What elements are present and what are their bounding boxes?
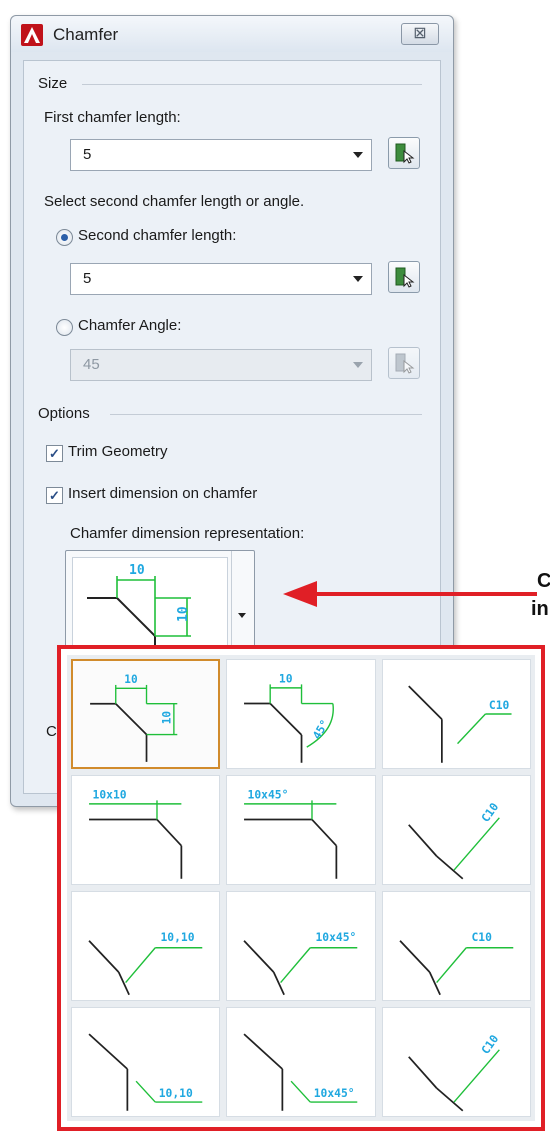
representation-label: Chamfer dimension representation: bbox=[70, 525, 305, 542]
chamfer-dimension-thumbnail: 10x45° bbox=[243, 930, 358, 996]
first-length-label: First chamfer length: bbox=[44, 109, 181, 126]
dimension-text: 10x45° bbox=[314, 1086, 355, 1100]
chamfer-angle-value: 45 bbox=[83, 356, 100, 373]
preview-dim-text: 10 bbox=[176, 606, 191, 622]
second-length-label: Second chamfer length: bbox=[78, 227, 237, 244]
close-button[interactable]: ⊠ bbox=[401, 23, 439, 45]
representation-option[interactable]: 10,10 bbox=[71, 1007, 221, 1117]
autocad-logo-icon bbox=[21, 24, 43, 46]
side-caption-line-2: in bbox=[531, 598, 549, 620]
chamfer-angle-label: Chamfer Angle: bbox=[78, 317, 182, 334]
title-bar[interactable]: Chamfer ⊠ bbox=[11, 16, 453, 52]
dimension-text: C10 bbox=[478, 800, 501, 825]
hidden-label-fragment: C bbox=[46, 723, 57, 740]
callout-arrow bbox=[283, 581, 537, 607]
trim-geometry-label: Trim Geometry bbox=[68, 443, 168, 460]
chamfer-dimension-thumbnail: 10 10 bbox=[90, 673, 178, 762]
chamfer-dimension-thumbnail: 10x10 bbox=[89, 788, 183, 879]
representation-option[interactable]: 10 45° bbox=[226, 659, 376, 769]
dimension-text: C10 bbox=[489, 698, 510, 712]
dimension-text: 10x10 bbox=[93, 788, 127, 802]
second-length-radio[interactable] bbox=[56, 229, 73, 246]
chevron-down-icon bbox=[353, 276, 363, 282]
first-length-combo[interactable]: 5 bbox=[70, 139, 372, 171]
dimension-text: 10 bbox=[160, 711, 173, 725]
chamfer-dimension-thumbnail: 10 45° bbox=[244, 672, 335, 763]
representation-option[interactable]: 10x10 bbox=[71, 775, 221, 885]
pick-second-length-button[interactable] bbox=[388, 261, 420, 293]
chevron-down-icon bbox=[238, 613, 246, 618]
second-prompt-text: Select second chamfer length or angle. bbox=[44, 193, 305, 210]
representation-option[interactable]: 10 10 bbox=[71, 659, 221, 769]
chamfer-dimension-thumbnail: 10x45° bbox=[244, 788, 338, 879]
representation-grid: 10 10 10 45° C10 10x10 10x45° C10 10,10 10x45° C10… bbox=[67, 655, 535, 1121]
representation-option[interactable]: 10,10 bbox=[71, 891, 221, 1001]
representation-option[interactable]: 10x45° bbox=[226, 891, 376, 1001]
dimension-text: 45° bbox=[310, 717, 332, 742]
window-title: Chamfer bbox=[53, 25, 119, 44]
chamfer-dimension-thumbnail: 10,10 bbox=[88, 1033, 203, 1111]
representation-option[interactable]: C10 bbox=[381, 1007, 531, 1117]
dimension-text: 10,10 bbox=[159, 1086, 193, 1100]
options-divider bbox=[110, 414, 422, 415]
chamfer-dimension-thumbnail: C10 bbox=[399, 930, 513, 996]
size-divider bbox=[82, 84, 422, 85]
pick-first-length-button[interactable] bbox=[388, 137, 420, 169]
chamfer-dimension-thumbnail: 10x45° bbox=[243, 1033, 358, 1111]
chamfer-angle-combo[interactable]: 45 bbox=[70, 349, 372, 381]
side-caption-line-1: C bbox=[537, 570, 550, 592]
dimension-text: 10 bbox=[124, 673, 138, 686]
pick-point-icon bbox=[395, 143, 415, 164]
chamfer-dimension-thumbnail: C10 bbox=[407, 685, 512, 763]
preview-dim-text: 10 bbox=[129, 563, 145, 578]
pick-point-icon bbox=[395, 267, 415, 288]
dimension-text: 10 bbox=[279, 672, 293, 686]
trim-geometry-checkbox[interactable]: ✓ bbox=[46, 445, 63, 462]
second-length-value: 5 bbox=[83, 270, 92, 287]
second-length-combo[interactable]: 5 bbox=[70, 263, 372, 295]
dimension-text: C10 bbox=[478, 1032, 501, 1057]
pick-angle-button[interactable] bbox=[388, 347, 420, 379]
chamfer-dimension-thumbnail: 10,10 bbox=[88, 930, 203, 996]
chamfer-dimension-thumbnail: C10 bbox=[407, 800, 501, 880]
insert-dimension-label: Insert dimension on chamfer bbox=[68, 485, 258, 502]
representation-gallery: 10 10 10 45° C10 10x10 10x45° C10 10,10 10x45° C10… bbox=[57, 645, 545, 1131]
chevron-down-icon bbox=[353, 152, 363, 158]
representation-option[interactable]: C10 bbox=[381, 659, 531, 769]
representation-option[interactable]: C10 bbox=[381, 891, 531, 1001]
first-length-value: 5 bbox=[83, 146, 92, 163]
dimension-text: 10x45° bbox=[316, 930, 357, 944]
close-icon: ⊠ bbox=[413, 25, 427, 42]
size-heading: Size bbox=[38, 75, 68, 92]
insert-dimension-checkbox[interactable]: ✓ bbox=[46, 487, 63, 504]
dimension-text: 10,10 bbox=[160, 930, 194, 944]
representation-option[interactable]: 10x45° bbox=[226, 1007, 376, 1117]
chamfer-dimension-thumbnail: C10 bbox=[407, 1032, 501, 1112]
chevron-down-icon bbox=[353, 362, 363, 368]
chamfer-angle-radio[interactable] bbox=[56, 319, 73, 336]
representation-option[interactable]: C10 bbox=[381, 775, 531, 885]
options-heading: Options bbox=[38, 405, 90, 422]
dimension-text: C10 bbox=[471, 930, 492, 944]
pick-point-icon bbox=[395, 353, 415, 374]
representation-option[interactable]: 10x45° bbox=[226, 775, 376, 885]
dimension-text: 10x45° bbox=[248, 788, 289, 802]
